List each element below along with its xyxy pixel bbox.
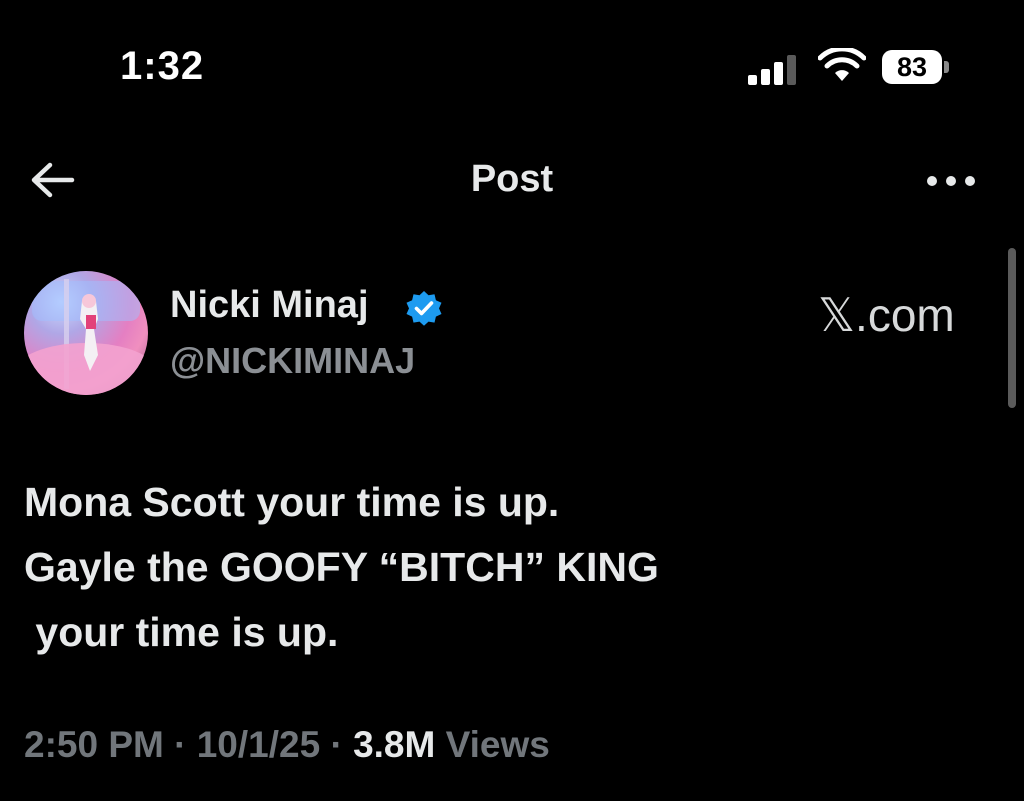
post-text-line: Gayle the GOOFY “BITCH” KING (24, 544, 659, 590)
post-text-line: your time is up. (24, 609, 339, 655)
avatar[interactable] (24, 271, 148, 395)
author-name[interactable]: Nicki Minaj (170, 284, 369, 327)
post-time[interactable]: 2:50 PM (24, 724, 164, 765)
post-date[interactable]: 10/1/25 (197, 724, 320, 765)
views-label: Views (445, 724, 550, 765)
page-title: Post (470, 158, 554, 200)
wifi-icon (818, 48, 866, 81)
battery-icon: 83 (882, 50, 952, 84)
post-meta: 2:50 PM · 10/1/25 · 3.8M Views (24, 724, 550, 766)
views-count[interactable]: 3.8M (353, 724, 435, 765)
post-text: Mona Scott your time is up. Gayle the GOO… (24, 470, 984, 665)
x-com-watermark: 𝕏.com (818, 289, 955, 341)
cellular-signal-icon (748, 55, 796, 85)
more-options-icon[interactable] (924, 168, 978, 194)
meta-separator: · (174, 724, 187, 765)
meta-separator: · (330, 724, 343, 765)
battery-level: 83 (882, 50, 942, 84)
author-handle[interactable]: @NICKIMINAJ (170, 340, 415, 382)
status-time: 1:32 (120, 44, 205, 88)
battery-cap (944, 61, 949, 73)
scrollbar[interactable] (1008, 248, 1016, 408)
verified-badge-icon (406, 291, 442, 326)
avatar-image (24, 279, 148, 395)
post-text-line: Mona Scott your time is up. (24, 479, 560, 525)
